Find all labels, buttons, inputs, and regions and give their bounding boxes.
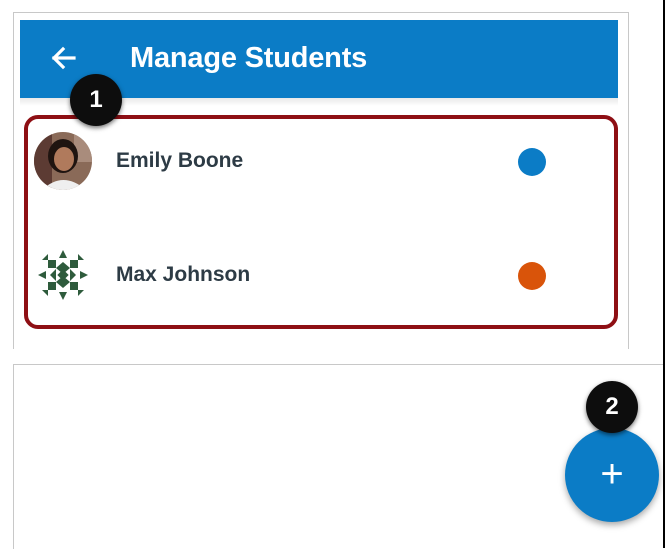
student-row-max-johnson[interactable]: Max Johnson bbox=[28, 230, 608, 326]
add-student-button[interactable]: + bbox=[565, 428, 659, 522]
student-name: Max Johnson bbox=[116, 263, 251, 286]
page-title: Manage Students bbox=[130, 42, 368, 74]
arrow-left-icon bbox=[51, 46, 76, 70]
plus-icon: + bbox=[600, 452, 624, 496]
callout-badge-1: 1 bbox=[70, 74, 122, 126]
student-name: Emily Boone bbox=[116, 149, 244, 172]
student-color-dot[interactable] bbox=[518, 262, 546, 290]
student-color-dot[interactable] bbox=[518, 148, 546, 176]
photo-avatar bbox=[34, 132, 92, 190]
page-edge-line bbox=[663, 0, 665, 548]
student-row-emily-boone[interactable]: Emily Boone bbox=[28, 116, 608, 212]
back-button[interactable] bbox=[44, 38, 84, 78]
callout-badge-2: 2 bbox=[586, 381, 638, 433]
pattern-avatar bbox=[34, 246, 92, 304]
